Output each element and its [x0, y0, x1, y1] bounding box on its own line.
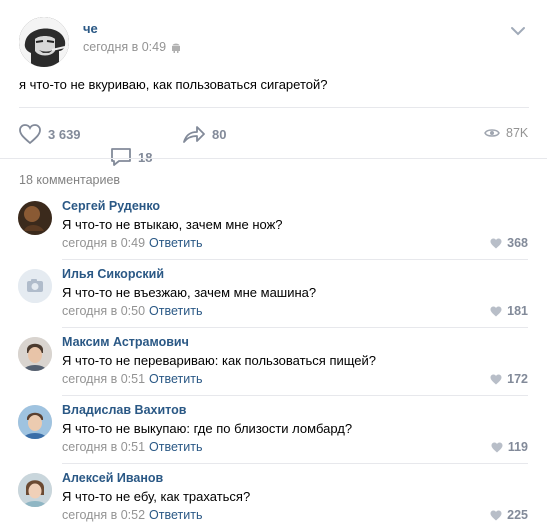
share-count: 80 — [212, 126, 227, 142]
commenter-avatar[interactable] — [18, 201, 52, 235]
commenter-name[interactable]: Алексей Иванов — [62, 471, 163, 485]
comment-meta: сегодня в 0:50 Ответить — [62, 304, 202, 318]
post-header: че сегодня в 0:49 — [0, 0, 547, 70]
comment-like-count: 172 — [507, 372, 528, 386]
divider — [62, 395, 528, 396]
comment-like-button[interactable]: 181 — [490, 304, 528, 318]
comment-text: Я что-то не выкупаю: где по близости лом… — [62, 421, 353, 436]
heart-icon — [490, 238, 502, 248]
comment-text: Я что-то не въезжаю, зачем мне машина? — [62, 285, 317, 300]
eye-icon — [484, 129, 500, 137]
comment-like-button[interactable]: 368 — [490, 236, 528, 250]
comment-time: сегодня в 0:51 — [62, 372, 146, 386]
reply-button[interactable]: Ответить — [149, 372, 202, 386]
comments-header: 18 комментариев — [19, 173, 121, 187]
divider — [0, 158, 547, 159]
comment-item: Сергей Руденко Я что-то не втыкаю, зачем… — [0, 199, 547, 267]
comment-meta: сегодня в 0:51 Ответить — [62, 372, 202, 386]
heart-icon — [490, 374, 502, 384]
commenter-name[interactable]: Владислав Вахитов — [62, 403, 186, 417]
comment-meta: сегодня в 0:51 Ответить — [62, 440, 202, 454]
post-meta: сегодня в 0:49 — [83, 40, 181, 54]
share-icon — [183, 126, 205, 143]
comment-like-button[interactable]: 172 — [490, 372, 528, 386]
post-time: сегодня в 0:49 — [83, 40, 167, 54]
comment-item: Илья Сикорский Я что-то не въезжаю, заче… — [0, 267, 547, 335]
heart-icon — [490, 306, 502, 316]
comment-time: сегодня в 0:52 — [62, 508, 146, 522]
comment-item: Владислав Вахитов Я что-то не выкупаю: г… — [0, 403, 547, 471]
share-button[interactable]: 80 — [182, 123, 226, 145]
android-icon — [171, 42, 181, 53]
comment-like-count: 181 — [507, 304, 528, 318]
post-text: я что-то не вкуриваю, как пользоваться с… — [19, 77, 328, 92]
comment-like-count: 368 — [507, 236, 528, 250]
comment-time: сегодня в 0:50 — [62, 304, 146, 318]
divider — [62, 327, 528, 328]
comment-like-button[interactable]: 225 — [490, 508, 528, 522]
commenter-name[interactable]: Сергей Руденко — [62, 199, 160, 213]
reply-button[interactable]: Ответить — [149, 508, 202, 522]
comment-time: сегодня в 0:49 — [62, 236, 146, 250]
heart-icon — [491, 442, 503, 452]
heart-icon — [490, 510, 502, 520]
commenter-name[interactable]: Илья Сикорский — [62, 267, 164, 281]
comment-item: Алексей Иванов Я что-то не ебу, как трах… — [0, 471, 547, 529]
like-button[interactable]: 3 639 — [18, 123, 81, 145]
comment-button[interactable]: 18 — [110, 123, 547, 191]
comment-text: Я что-то не втыкаю, зачем мне нож? — [62, 217, 283, 232]
comment-count: 18 — [138, 149, 153, 165]
camera-icon — [18, 269, 52, 303]
commenter-avatar[interactable] — [18, 269, 52, 303]
post-actions: 3 639 18 80 87K — [0, 108, 547, 166]
comment-meta: сегодня в 0:52 Ответить — [62, 508, 202, 522]
commenter-name[interactable]: Максим Астрамович — [62, 335, 189, 349]
comment-text: Я что-то не перевариваю: как пользоватьс… — [62, 353, 377, 368]
heart-icon — [19, 124, 41, 145]
comment-item: Максим Астрамович Я что-то не переварива… — [0, 335, 547, 403]
commenter-avatar[interactable] — [18, 337, 52, 371]
post-author-name[interactable]: че — [83, 21, 98, 36]
divider — [62, 463, 528, 464]
commenter-avatar[interactable] — [18, 473, 52, 507]
comment-text: Я что-то не ебу, как трахаться? — [62, 489, 251, 504]
views-counter: 87K — [484, 126, 528, 140]
comment-like-count: 119 — [507, 440, 528, 454]
like-count: 3 639 — [48, 126, 81, 142]
comment-like-button[interactable]: 119 — [491, 440, 528, 454]
reply-button[interactable]: Ответить — [149, 440, 202, 454]
comment-like-count: 225 — [507, 508, 528, 522]
views-count: 87K — [506, 126, 529, 140]
reply-button[interactable]: Ответить — [149, 236, 202, 250]
divider — [62, 259, 528, 260]
reply-button[interactable]: Ответить — [149, 304, 202, 318]
comment-meta: сегодня в 0:49 Ответить — [62, 236, 202, 250]
post-author-avatar[interactable] — [19, 17, 69, 67]
comment-time: сегодня в 0:51 — [62, 440, 146, 454]
comment-icon — [111, 148, 131, 166]
chevron-down-icon[interactable] — [510, 24, 526, 36]
commenter-avatar[interactable] — [18, 405, 52, 439]
